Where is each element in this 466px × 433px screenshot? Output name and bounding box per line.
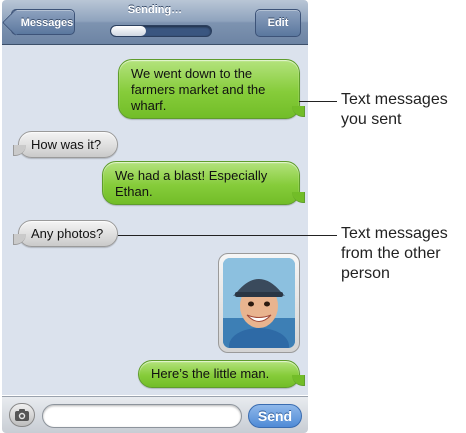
send-progress-bar — [110, 25, 212, 37]
sending-status: Sending… — [127, 4, 183, 16]
send-button[interactable]: Send — [248, 404, 302, 428]
sent-photo-bubble[interactable] — [218, 253, 300, 353]
received-message-bubble[interactable]: Any photos? — [13, 220, 118, 247]
message-input-bar: Send — [2, 396, 308, 433]
back-button-messages[interactable]: Messages — [11, 9, 75, 35]
edit-button[interactable]: Edit — [255, 9, 301, 37]
boy-photo-image — [223, 258, 295, 348]
camera-button[interactable] — [9, 403, 35, 427]
callout-line-sent — [299, 101, 337, 102]
camera-icon — [15, 409, 29, 421]
boy-photo — [223, 258, 295, 348]
callout-label-received: Text messages from the other person — [341, 225, 448, 282]
message-text-field[interactable] — [42, 404, 242, 428]
sent-message-bubble[interactable]: We went down to the farmers market and t… — [118, 59, 305, 119]
send-progress-fill — [111, 26, 146, 36]
callout-line-received — [118, 235, 337, 236]
sent-message-bubble[interactable]: We had a blast! Especially Ethan. — [102, 161, 305, 205]
navigation-bar: Messages Sending… Edit — [2, 0, 308, 45]
callout-label-sent: Text messages you sent — [341, 91, 448, 128]
iphone-messages-screen: Messages Sending… Edit We went down to t… — [2, 0, 308, 433]
received-message-bubble[interactable]: How was it? — [13, 131, 118, 158]
conversation-area[interactable]: We went down to the farmers market and t… — [2, 45, 308, 395]
sent-message-bubble[interactable]: Here’s the little man. — [138, 360, 305, 388]
